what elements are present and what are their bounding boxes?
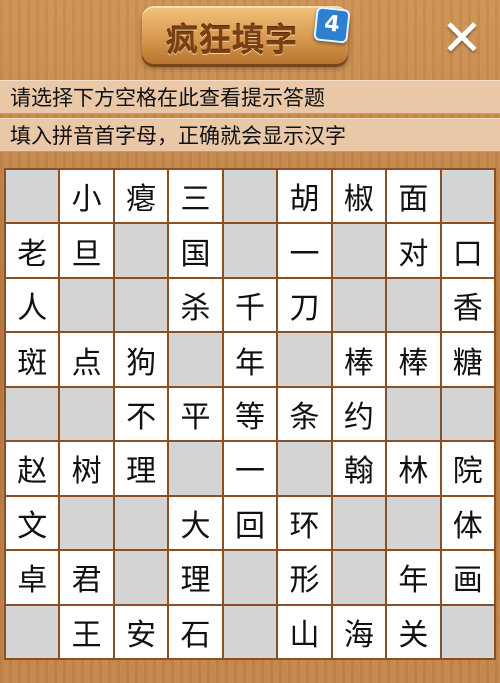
letter-cell[interactable]: 君 [60,551,113,604]
blocked-cell [6,387,59,441]
letter-cell[interactable]: 国 [169,224,222,277]
title-plaque: 疯狂填字 4 [142,6,351,64]
letter-cell[interactable]: 树 [60,442,113,495]
blocked-cell [441,605,494,658]
letter-cell[interactable]: 石 [169,605,222,658]
blocked-cell [114,551,168,604]
letter-cell[interactable]: 安 [114,605,168,658]
letter-cell[interactable]: 大 [169,496,222,550]
letter-cell[interactable]: 椒 [332,170,386,223]
blocked-cell [114,278,168,332]
letter-cell[interactable]: 刀 [278,278,331,332]
letter-cell[interactable]: 胡 [278,170,331,223]
game-title: 疯狂填字 [165,21,298,59]
letter-cell[interactable]: 旦 [60,224,113,277]
blocked-cell [169,442,222,495]
letter-cell[interactable]: 棒 [332,333,386,386]
letter-cell[interactable]: 对 [387,224,440,277]
letter-cell[interactable]: 海 [332,605,386,658]
letter-cell[interactable]: 面 [387,170,440,223]
blocked-cell [332,551,386,604]
letter-cell[interactable]: 香 [441,278,494,332]
letter-cell[interactable]: 条 [278,387,331,441]
blocked-cell [223,170,277,223]
blocked-cell [332,224,386,277]
letter-cell[interactable]: 文 [6,496,59,550]
letter-cell[interactable]: 一 [278,224,331,277]
letter-cell[interactable]: 斑 [6,333,59,386]
letter-cell[interactable]: 年 [223,333,277,386]
letter-cell[interactable]: 一 [223,442,277,495]
level-badge: 4 [313,6,351,44]
letter-cell[interactable]: 赵 [6,442,59,495]
letter-cell[interactable]: 理 [114,442,168,495]
letter-cell[interactable]: 理 [169,551,222,604]
blocked-cell [60,496,113,550]
blocked-cell [387,278,440,332]
letter-cell[interactable]: 杀 [169,278,222,332]
letter-cell[interactable]: 卓 [6,551,59,604]
letter-cell[interactable]: 年 [387,551,440,604]
letter-cell[interactable]: 翰 [332,442,386,495]
letter-cell[interactable]: 糖 [441,333,494,386]
blocked-cell [60,387,113,441]
blocked-cell [114,496,168,550]
hint-line-2: 填入拼音首字母，正确就会显示汉字 [0,118,500,152]
letter-cell[interactable]: 狗 [114,333,168,386]
blocked-cell [387,387,440,441]
letter-cell[interactable]: 形 [278,551,331,604]
letter-cell[interactable]: 棒 [387,333,440,386]
blocked-cell [387,496,440,550]
letter-cell[interactable]: 关 [387,605,440,658]
letter-cell[interactable]: 王 [60,605,113,658]
letter-cell[interactable]: 林 [387,442,440,495]
blocked-cell [223,551,277,604]
letter-cell[interactable]: 不 [114,387,168,441]
letter-cell[interactable]: 口 [441,224,494,277]
letter-cell[interactable]: 点 [60,333,113,386]
letter-cell[interactable]: 三 [169,170,222,223]
blocked-cell [441,387,494,441]
letter-cell[interactable]: 环 [278,496,331,550]
letter-cell[interactable]: 平 [169,387,222,441]
blocked-cell [332,496,386,550]
letter-cell[interactable]: 体 [441,496,494,550]
blocked-cell [332,278,386,332]
header: 疯狂填字 4 ✕ [0,0,500,72]
letter-cell[interactable]: 山 [278,605,331,658]
blocked-cell [441,170,494,223]
blocked-cell [223,224,277,277]
letter-cell[interactable]: 千 [223,278,277,332]
blocked-cell [6,170,59,223]
blocked-cell [278,442,331,495]
letter-cell[interactable]: 瘪 [114,170,168,223]
letter-cell[interactable]: 小 [60,170,113,223]
blocked-cell [169,333,222,386]
blocked-cell [114,224,168,277]
blocked-cell [223,605,277,658]
letter-cell[interactable]: 等 [223,387,277,441]
letter-cell[interactable]: 老 [6,224,59,277]
letter-cell[interactable]: 回 [223,496,277,550]
hint-line-1: 请选择下方空格在此查看提示答题 [0,80,500,114]
blocked-cell [60,278,113,332]
close-button[interactable]: ✕ [436,12,488,64]
letter-cell[interactable]: 画 [441,551,494,604]
letter-cell[interactable]: 约 [332,387,386,441]
blocked-cell [6,605,59,658]
blocked-cell [278,333,331,386]
letter-cell[interactable]: 院 [441,442,494,495]
crossword-grid: 小瘪三胡椒面老旦国一对口人杀千刀香斑点狗年棒棒糖不平等条约赵树理一翰林院文大回环… [4,168,496,660]
letter-cell[interactable]: 人 [6,278,59,332]
